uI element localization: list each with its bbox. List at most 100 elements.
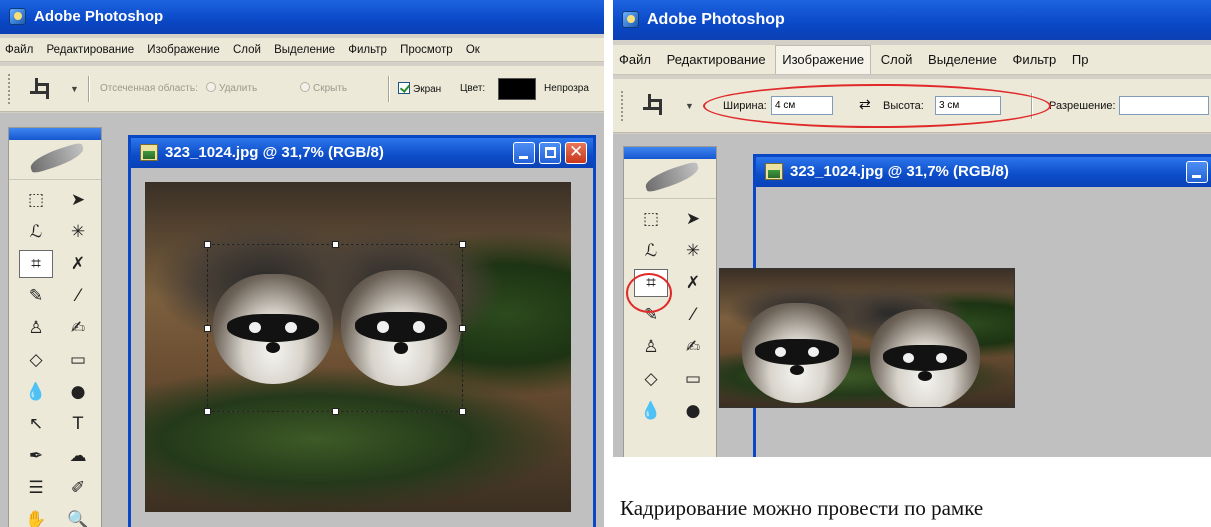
workspace: ⬚ ➤ ℒ ✳ ⌗ ✗ ✎ ⁄ ♙ ✍ ◇ ▭ 💧 ● 323_1024.jpg… <box>613 134 1211 457</box>
crop-handle[interactable] <box>459 325 466 332</box>
minimize-button[interactable] <box>1186 161 1208 183</box>
app-titlebar: Adobe Photoshop <box>0 0 604 34</box>
document-window: 323_1024.jpg @ 31,7% (RGB/8) ✕ <box>128 135 596 527</box>
menu-filter[interactable]: Фильтр <box>1007 45 1063 74</box>
history-brush-tool-icon[interactable]: ✍ <box>61 314 95 342</box>
app-titlebar: Adobe Photoshop <box>613 0 1211 40</box>
toolbox: ⬚ ➤ ℒ ✳ ⌗ ✗ ✎ ⁄ ♙ ✍ ◇ ▭ 💧 ● <box>623 146 717 457</box>
menu-window[interactable]: Ок <box>461 38 485 61</box>
separator <box>388 76 390 102</box>
eraser-tool-icon[interactable]: ◇ <box>634 365 668 393</box>
document-title: 323_1024.jpg @ 31,7% (RGB/8) <box>165 144 384 161</box>
crop-handle[interactable] <box>204 408 211 415</box>
crop-handle[interactable] <box>204 241 211 248</box>
menu-view[interactable]: Пр <box>1066 45 1095 74</box>
app-title: Adobe Photoshop <box>34 8 164 25</box>
stamp-tool-icon[interactable]: ♙ <box>19 314 53 342</box>
dodge-tool-icon[interactable]: ● <box>61 378 95 406</box>
left-screenshot: Adobe Photoshop Файл Редактирование Изоб… <box>0 0 604 527</box>
options-grip[interactable] <box>621 91 625 121</box>
screen-checkbox[interactable]: Экран <box>398 82 441 97</box>
resolution-label: Разрешение: <box>1049 100 1116 112</box>
crop-handle[interactable] <box>459 241 466 248</box>
crop-handle[interactable] <box>332 241 339 248</box>
raccoon-photo[interactable] <box>719 268 1015 408</box>
crop-frame[interactable] <box>204 241 466 415</box>
menu-select[interactable]: Выделение <box>269 38 340 61</box>
menu-edit[interactable]: Редактирование <box>41 38 139 61</box>
feather-logo-icon[interactable] <box>624 159 716 199</box>
feather-logo-icon[interactable] <box>9 140 101 180</box>
document-titlebar[interactable]: 323_1024.jpg @ 31,7% (RGB/8) ✕ <box>131 138 593 168</box>
menu-view[interactable]: Просмотр <box>395 38 458 61</box>
move-tool-icon[interactable]: ➤ <box>61 186 95 214</box>
slice-tool-icon[interactable]: ✗ <box>61 250 95 278</box>
eraser-tool-icon[interactable]: ◇ <box>19 346 53 374</box>
path-selection-tool-icon[interactable]: ↖ <box>19 410 53 438</box>
menu-select[interactable]: Выделение <box>922 45 1003 74</box>
caption-text: Кадрирование можно провести по рамке <box>620 496 984 520</box>
healing-brush-tool-icon[interactable]: ✎ <box>19 282 53 310</box>
gradient-tool-icon[interactable]: ▭ <box>676 365 710 393</box>
separator <box>88 76 90 102</box>
marquee-tool-icon[interactable]: ⬚ <box>19 186 53 214</box>
dodge-tool-icon[interactable]: ● <box>676 397 710 425</box>
minimize-button[interactable] <box>513 142 535 164</box>
marquee-tool-icon[interactable]: ⬚ <box>634 205 668 233</box>
hide-radio[interactable]: Скрыть <box>300 82 347 96</box>
menu-image[interactable]: Изображение <box>142 38 224 61</box>
gradient-tool-icon[interactable]: ▭ <box>61 346 95 374</box>
magic-wand-tool-icon[interactable]: ✳ <box>61 218 95 246</box>
pen-tool-icon[interactable]: ✒ <box>19 442 53 470</box>
menu-filter[interactable]: Фильтр <box>343 38 392 61</box>
color-label: Цвет: <box>460 83 486 94</box>
maximize-button[interactable] <box>539 142 561 164</box>
menu-edit[interactable]: Редактирование <box>661 45 772 74</box>
minimize-icon <box>519 156 528 159</box>
resolution-field[interactable] <box>1119 96 1209 115</box>
move-tool-icon[interactable]: ➤ <box>676 205 710 233</box>
toolbox-header[interactable] <box>624 147 716 159</box>
hand-tool-icon[interactable]: ✋ <box>19 506 53 527</box>
brush-tool-icon[interactable]: ⁄ <box>61 282 95 310</box>
brush-tool-icon[interactable]: ⁄ <box>676 301 710 329</box>
notes-tool-icon[interactable]: ☰ <box>19 474 53 502</box>
crop-handle[interactable] <box>204 325 211 332</box>
app-title: Adobe Photoshop <box>647 11 785 28</box>
crop-handle[interactable] <box>459 408 466 415</box>
shape-tool-icon[interactable]: ☁ <box>61 442 95 470</box>
shield-color-swatch[interactable] <box>498 78 536 100</box>
lasso-tool-icon[interactable]: ℒ <box>634 237 668 265</box>
history-brush-tool-icon[interactable]: ✍ <box>676 333 710 361</box>
crop-preset-icon[interactable] <box>30 78 52 100</box>
magic-wand-tool-icon[interactable]: ✳ <box>676 237 710 265</box>
stamp-tool-icon[interactable]: ♙ <box>634 333 668 361</box>
hide-label: Скрыть <box>313 83 348 94</box>
options-grip[interactable] <box>8 74 12 104</box>
menu-layer[interactable]: Слой <box>875 45 919 74</box>
workspace: ⬚ ➤ ℒ ✳ ⌗ ✗ ✎ ⁄ ♙ ✍ ◇ ▭ 💧 ● ↖ T ✒ ☁ ☰ ✐ <box>0 113 604 527</box>
crop-tool-icon[interactable]: ⌗ <box>19 250 53 278</box>
delete-label: Удалить <box>219 83 258 94</box>
chevron-down-icon[interactable]: ▼ <box>685 101 694 111</box>
lasso-tool-icon[interactable]: ℒ <box>19 218 53 246</box>
slice-tool-icon[interactable]: ✗ <box>676 269 710 297</box>
blur-tool-icon[interactable]: 💧 <box>634 397 668 425</box>
document-titlebar[interactable]: 323_1024.jpg @ 31,7% (RGB/8) <box>756 157 1211 187</box>
toolbox-header[interactable] <box>9 128 101 140</box>
eyedropper-tool-icon[interactable]: ✐ <box>61 474 95 502</box>
zoom-tool-icon[interactable]: 🔍 <box>61 506 95 527</box>
crop-handle[interactable] <box>332 408 339 415</box>
raccoon-photo[interactable] <box>145 182 571 512</box>
close-button[interactable]: ✕ <box>565 142 587 164</box>
menu-file[interactable]: Файл <box>0 38 38 61</box>
menu-file[interactable]: Файл <box>613 45 657 74</box>
delete-radio[interactable]: Удалить <box>206 82 257 96</box>
menu-layer[interactable]: Слой <box>228 38 266 61</box>
type-tool-icon[interactable]: T <box>61 410 95 438</box>
chevron-down-icon[interactable]: ▼ <box>70 84 79 94</box>
menu-image[interactable]: Изображение <box>775 45 872 74</box>
checkbox-icon <box>398 82 410 94</box>
crop-preset-icon[interactable] <box>643 94 665 116</box>
blur-tool-icon[interactable]: 💧 <box>19 378 53 406</box>
